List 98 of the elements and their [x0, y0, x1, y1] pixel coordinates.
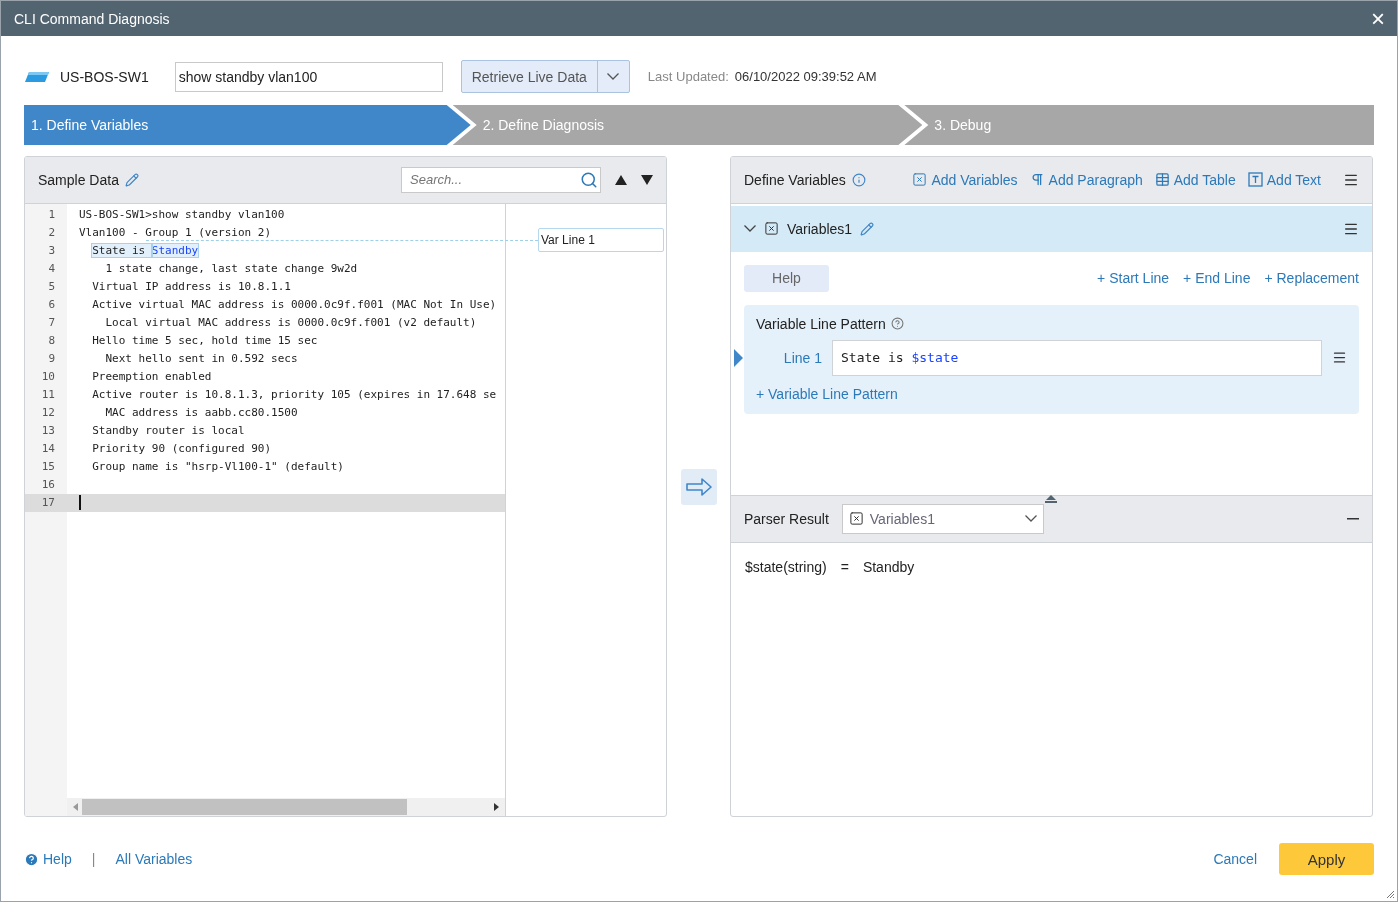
toolbar-link[interactable]: Add Text: [1247, 171, 1321, 188]
line-number: 15: [40, 460, 56, 474]
text-box-icon: [1247, 172, 1263, 188]
line-number: 2: [47, 226, 56, 240]
line-number: 7: [47, 316, 56, 330]
add-link[interactable]: + Start Line: [1097, 270, 1170, 287]
line-number: 5: [47, 280, 56, 294]
pattern-field[interactable]: State is $state: [832, 339, 1322, 376]
equals-sign: =: [840, 558, 849, 575]
add-link[interactable]: + End Line: [1183, 270, 1251, 287]
search-icon[interactable]: [580, 170, 598, 189]
code-line: Preemption enabled: [91, 370, 212, 384]
line-number: 6: [47, 298, 56, 312]
code-line: US-BOS-SW1>show standby vlan100: [78, 208, 285, 222]
horizontal-scrollbar[interactable]: [67, 798, 505, 817]
toolbar-link[interactable]: Add Paragraph: [1029, 171, 1143, 188]
apply-button[interactable]: Apply: [1279, 843, 1374, 876]
add-pattern-link[interactable]: + Variable Line Pattern: [756, 385, 898, 402]
toolbar-link[interactable]: Add Table: [1154, 171, 1236, 188]
select-value: Variables1: [869, 510, 935, 527]
line-number: 11: [40, 388, 56, 402]
chevron-down-icon[interactable]: [744, 225, 756, 233]
help-button[interactable]: Help: [744, 264, 829, 292]
help-link[interactable]: Help: [24, 851, 72, 868]
panel-title: Sample Data: [38, 171, 119, 188]
result-value: Standby: [862, 558, 915, 575]
line-number: 1: [47, 208, 56, 222]
panel-title: Parser Result: [744, 510, 829, 527]
add-link[interactable]: + Replacement: [1264, 270, 1359, 287]
last-updated-value: 06/10/2022 09:39:52 AM: [734, 69, 877, 85]
pencil-icon[interactable]: [860, 221, 875, 236]
code-line: Active router is 10.8.1.3, priority 105 (expires in 17.648 se: [91, 388, 497, 402]
result-name: $state(string): [745, 558, 827, 575]
pencil-icon[interactable]: [124, 172, 139, 187]
line-number: 13: [40, 424, 56, 438]
code-line: Group name is "hsrp-Vl100-1" (default): [91, 460, 344, 474]
line-number: 4: [47, 262, 56, 276]
scroll-right-icon[interactable]: [494, 803, 499, 812]
code-line: 1 state change, last state change 9w2d: [104, 262, 358, 276]
last-updated-label: Last Updated:: [647, 69, 729, 85]
separator: |: [91, 851, 96, 868]
arrow-right-icon: [685, 477, 712, 496]
resize-grip-icon[interactable]: [1386, 890, 1395, 899]
x-box-icon: [764, 221, 779, 237]
code-line: Hello time 5 sec, hold time 15 sec: [91, 334, 318, 348]
code-line: State is Standby: [91, 244, 199, 258]
pattern-title: Variable Line Pattern: [756, 315, 886, 332]
all-variables-link[interactable]: All Variables: [115, 851, 193, 868]
device-name: US-BOS-SW1: [60, 68, 149, 85]
line-number: 8: [47, 334, 56, 348]
apply-arrow-button[interactable]: [680, 468, 717, 505]
close-button[interactable]: ×: [1369, 8, 1387, 29]
line-number: 9: [47, 352, 56, 366]
chevron-down-icon: [1024, 515, 1037, 523]
table-icon: [1154, 172, 1170, 188]
code-line: Priority 90 (configured 90): [91, 442, 272, 456]
code-line: Next hello sent in 0.592 secs: [104, 352, 298, 366]
variable-line-tag: Var Line 1: [538, 227, 664, 252]
retrieve-button[interactable]: Retrieve Live Data: [461, 61, 598, 93]
panel-title: Define Variables: [744, 171, 846, 188]
help-icon: [890, 317, 904, 331]
line-label: Line 1: [782, 349, 823, 366]
variable-name: Variables1: [787, 220, 853, 237]
x-box-icon: [912, 172, 928, 188]
info-icon: [851, 172, 866, 187]
collapse-button[interactable]: [1347, 517, 1359, 520]
next-button[interactable]: [641, 173, 653, 186]
pilcrow-icon: [1029, 172, 1045, 188]
line-number: 12: [40, 406, 56, 420]
code-line: Vlan100 - Group 1 (version 2): [78, 226, 272, 240]
line-number: 14: [40, 442, 56, 456]
line-number: 17: [40, 496, 56, 510]
retrieve-split-button[interactable]: Retrieve Live Data: [460, 60, 630, 94]
window-title: CLI Command Diagnosis: [14, 10, 170, 27]
code-line: Virtual IP address is 10.8.1.1: [91, 280, 291, 294]
menu-icon[interactable]: [1332, 350, 1347, 366]
step-tab[interactable]: 2. Define Diagnosis: [452, 104, 923, 145]
code-line: Local virtual MAC address is 0000.0c9f.f001 (v2 default): [104, 316, 477, 330]
variable-row[interactable]: Variables1: [731, 205, 1372, 252]
cancel-link[interactable]: Cancel: [1213, 851, 1257, 868]
x-box-icon: [848, 511, 864, 527]
step-tab[interactable]: 1. Define Variables: [24, 104, 471, 145]
minus-icon: [1347, 517, 1359, 520]
help-icon: [24, 851, 39, 867]
step-tab[interactable]: 3. Debug: [904, 104, 1374, 145]
toolbar-link[interactable]: Add Variables: [912, 171, 1018, 188]
previous-button[interactable]: [615, 173, 627, 186]
text-cursor: [79, 495, 81, 511]
code-line: MAC address is aabb.cc80.1500: [104, 406, 298, 420]
search-field[interactable]: Search...: [401, 166, 601, 193]
line-number: 10: [40, 370, 56, 384]
code-line: Standby router is local: [91, 424, 245, 438]
chevron-down-icon: [607, 73, 620, 81]
expand-icon[interactable]: [1044, 494, 1057, 503]
line-number: 3: [47, 244, 56, 258]
code-line: Active virtual MAC address is 0000.0c9f.f001 (MAC Not In Use): [91, 298, 497, 312]
command-field[interactable]: show standby vlan100: [174, 61, 443, 92]
line-number: 16: [40, 478, 56, 492]
